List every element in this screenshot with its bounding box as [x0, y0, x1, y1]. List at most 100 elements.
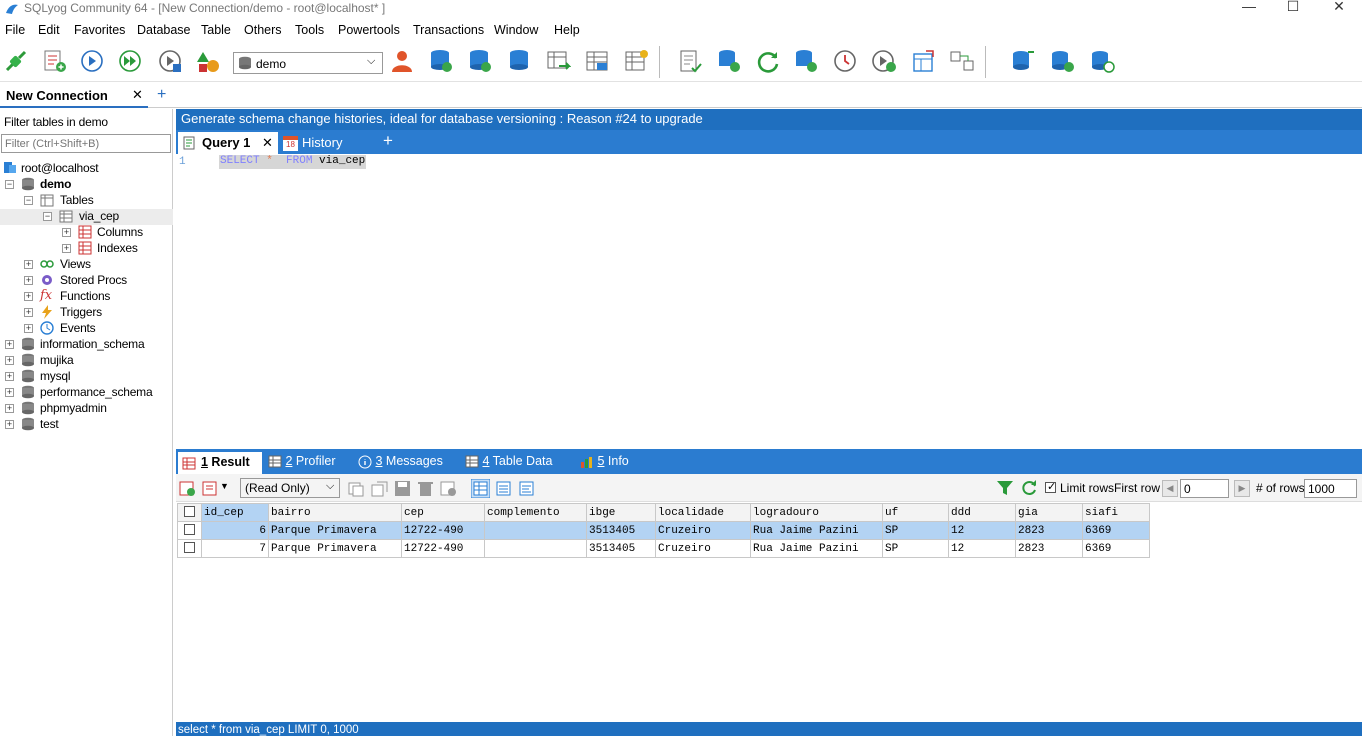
- select-all-checkbox[interactable]: [184, 506, 195, 518]
- import-table-icon[interactable]: [545, 48, 571, 74]
- execute-all-icon[interactable]: [117, 48, 143, 74]
- table-cell[interactable]: Rua Jaime Pazini: [750, 521, 883, 540]
- collapse-icon[interactable]: −: [43, 212, 52, 221]
- database-select[interactable]: demo ⌵: [233, 52, 383, 74]
- tree-db-mujika[interactable]: mujika: [40, 353, 74, 367]
- row-checkbox-cell[interactable]: [177, 521, 202, 540]
- menu-window[interactable]: Window: [494, 23, 538, 37]
- expand-icon[interactable]: +: [5, 388, 14, 397]
- cancel-changes-icon[interactable]: [440, 480, 457, 497]
- restore-database-icon[interactable]: [467, 48, 493, 74]
- refresh-icon[interactable]: [755, 48, 781, 74]
- table-cell[interactable]: 2823: [1015, 521, 1083, 540]
- sync-database-icon[interactable]: [716, 48, 742, 74]
- tree-table-via-cep[interactable]: via_cep: [79, 209, 119, 223]
- table-row[interactable]: 6 Parque Primavera 12722-490 3513405 Cru…: [177, 521, 1150, 540]
- save-icon[interactable]: [394, 480, 411, 497]
- duplicate-row-icon[interactable]: [348, 480, 365, 497]
- user-manager-icon[interactable]: [389, 48, 415, 74]
- tab-query-1[interactable]: Query 1 ✕: [178, 132, 278, 154]
- table-cell[interactable]: Parque Primavera: [268, 521, 402, 540]
- layout-icon[interactable]: [910, 48, 936, 74]
- expand-icon[interactable]: +: [5, 356, 14, 365]
- menu-powertools[interactable]: Powertools: [338, 23, 400, 37]
- menu-tools[interactable]: Tools: [295, 23, 324, 37]
- collapse-icon[interactable]: −: [24, 196, 33, 205]
- menu-file[interactable]: File: [5, 23, 25, 37]
- close-tab-icon[interactable]: ✕: [262, 135, 273, 151]
- sql-editor[interactable]: 1 SELECT * FROM via_cep: [177, 154, 1362, 446]
- upgrade-banner[interactable]: Generate schema change histories, ideal …: [176, 109, 1362, 130]
- tab-result[interactable]: 1 Result: [178, 452, 262, 474]
- column-header[interactable]: ddd: [948, 503, 1016, 522]
- column-header[interactable]: complemento: [484, 503, 587, 522]
- first-row-input[interactable]: [1180, 479, 1229, 498]
- column-header[interactable]: bairro: [268, 503, 402, 522]
- table-cell[interactable]: 12: [948, 539, 1016, 558]
- table-cell[interactable]: 3513405: [586, 539, 656, 558]
- data-restore-icon[interactable]: [1089, 48, 1115, 74]
- expand-icon[interactable]: +: [62, 244, 71, 253]
- column-header[interactable]: logradouro: [750, 503, 883, 522]
- table-cell[interactable]: SP: [882, 539, 949, 558]
- table-cell[interactable]: Cruzeiro: [655, 539, 751, 558]
- prev-page-button[interactable]: ◀: [1162, 480, 1178, 497]
- menu-transactions[interactable]: Transactions: [413, 23, 484, 37]
- next-page-button[interactable]: ▶: [1234, 480, 1250, 497]
- column-header[interactable]: ibge: [586, 503, 656, 522]
- data-sync-icon[interactable]: [1010, 48, 1036, 74]
- expand-icon[interactable]: +: [62, 228, 71, 237]
- add-query-tab-button[interactable]: +: [383, 131, 393, 151]
- new-query-icon[interactable]: [41, 48, 67, 74]
- expand-icon[interactable]: +: [24, 276, 33, 285]
- execute-query-icon[interactable]: [79, 48, 105, 74]
- column-header[interactable]: uf: [882, 503, 949, 522]
- collapse-icon[interactable]: −: [5, 180, 14, 189]
- table-cell[interactable]: 6369: [1082, 521, 1150, 540]
- expand-icon[interactable]: +: [5, 340, 14, 349]
- execute-edit-icon[interactable]: [157, 48, 183, 74]
- grid-view-icon[interactable]: [471, 479, 490, 498]
- limit-rows-checkbox[interactable]: ✓: [1045, 481, 1056, 493]
- column-header[interactable]: siafi: [1082, 503, 1150, 522]
- table-cell[interactable]: 6369: [1082, 539, 1150, 558]
- caret-down-icon[interactable]: ▼: [220, 481, 229, 491]
- insert-row-icon[interactable]: [179, 480, 196, 497]
- column-header[interactable]: cep: [401, 503, 485, 522]
- expand-icon[interactable]: +: [5, 372, 14, 381]
- table-cell[interactable]: 12: [948, 521, 1016, 540]
- table-cell[interactable]: Rua Jaime Pazini: [750, 539, 883, 558]
- table-cell[interactable]: Parque Primavera: [268, 539, 402, 558]
- tab-info[interactable]: 5 Info: [580, 454, 629, 469]
- form-view-icon[interactable]: [494, 479, 513, 498]
- expand-icon[interactable]: +: [24, 308, 33, 317]
- close-window-button[interactable]: ✕: [1316, 0, 1362, 20]
- column-header[interactable]: id_cep: [201, 503, 269, 522]
- menu-favorites[interactable]: Favorites: [74, 23, 125, 37]
- tree-stored-procs[interactable]: Stored Procs: [60, 273, 127, 287]
- text-view-icon[interactable]: [517, 479, 536, 498]
- backup-database-icon[interactable]: [428, 48, 454, 74]
- compare-icon[interactable]: [949, 48, 975, 74]
- row-checkbox-cell[interactable]: [177, 539, 202, 558]
- data-compare-icon[interactable]: [1049, 48, 1075, 74]
- tab-table-data[interactable]: 4 Table Data: [465, 454, 552, 468]
- filter-input[interactable]: [1, 134, 171, 153]
- tree-db-mysql[interactable]: mysql: [40, 369, 71, 383]
- table-cell[interactable]: [484, 521, 587, 540]
- table-row[interactable]: 7 Parque Primavera 12722-490 3513405 Cru…: [177, 539, 1150, 558]
- query-builder-icon[interactable]: [677, 48, 703, 74]
- table-cell[interactable]: 7: [201, 539, 269, 558]
- table-cell[interactable]: 12722-490: [401, 521, 485, 540]
- delete-icon[interactable]: [417, 480, 434, 497]
- new-connection-icon[interactable]: [3, 48, 29, 74]
- row-checkbox[interactable]: [184, 524, 195, 536]
- table-cell[interactable]: [484, 539, 587, 558]
- tree-db-test[interactable]: test: [40, 417, 59, 431]
- table-cell[interactable]: Cruzeiro: [655, 521, 751, 540]
- table-options-icon[interactable]: [623, 48, 649, 74]
- tree-indexes[interactable]: Indexes: [97, 241, 138, 255]
- expand-icon[interactable]: +: [24, 292, 33, 301]
- close-tab-icon[interactable]: ✕: [132, 87, 143, 103]
- expand-icon[interactable]: +: [24, 260, 33, 269]
